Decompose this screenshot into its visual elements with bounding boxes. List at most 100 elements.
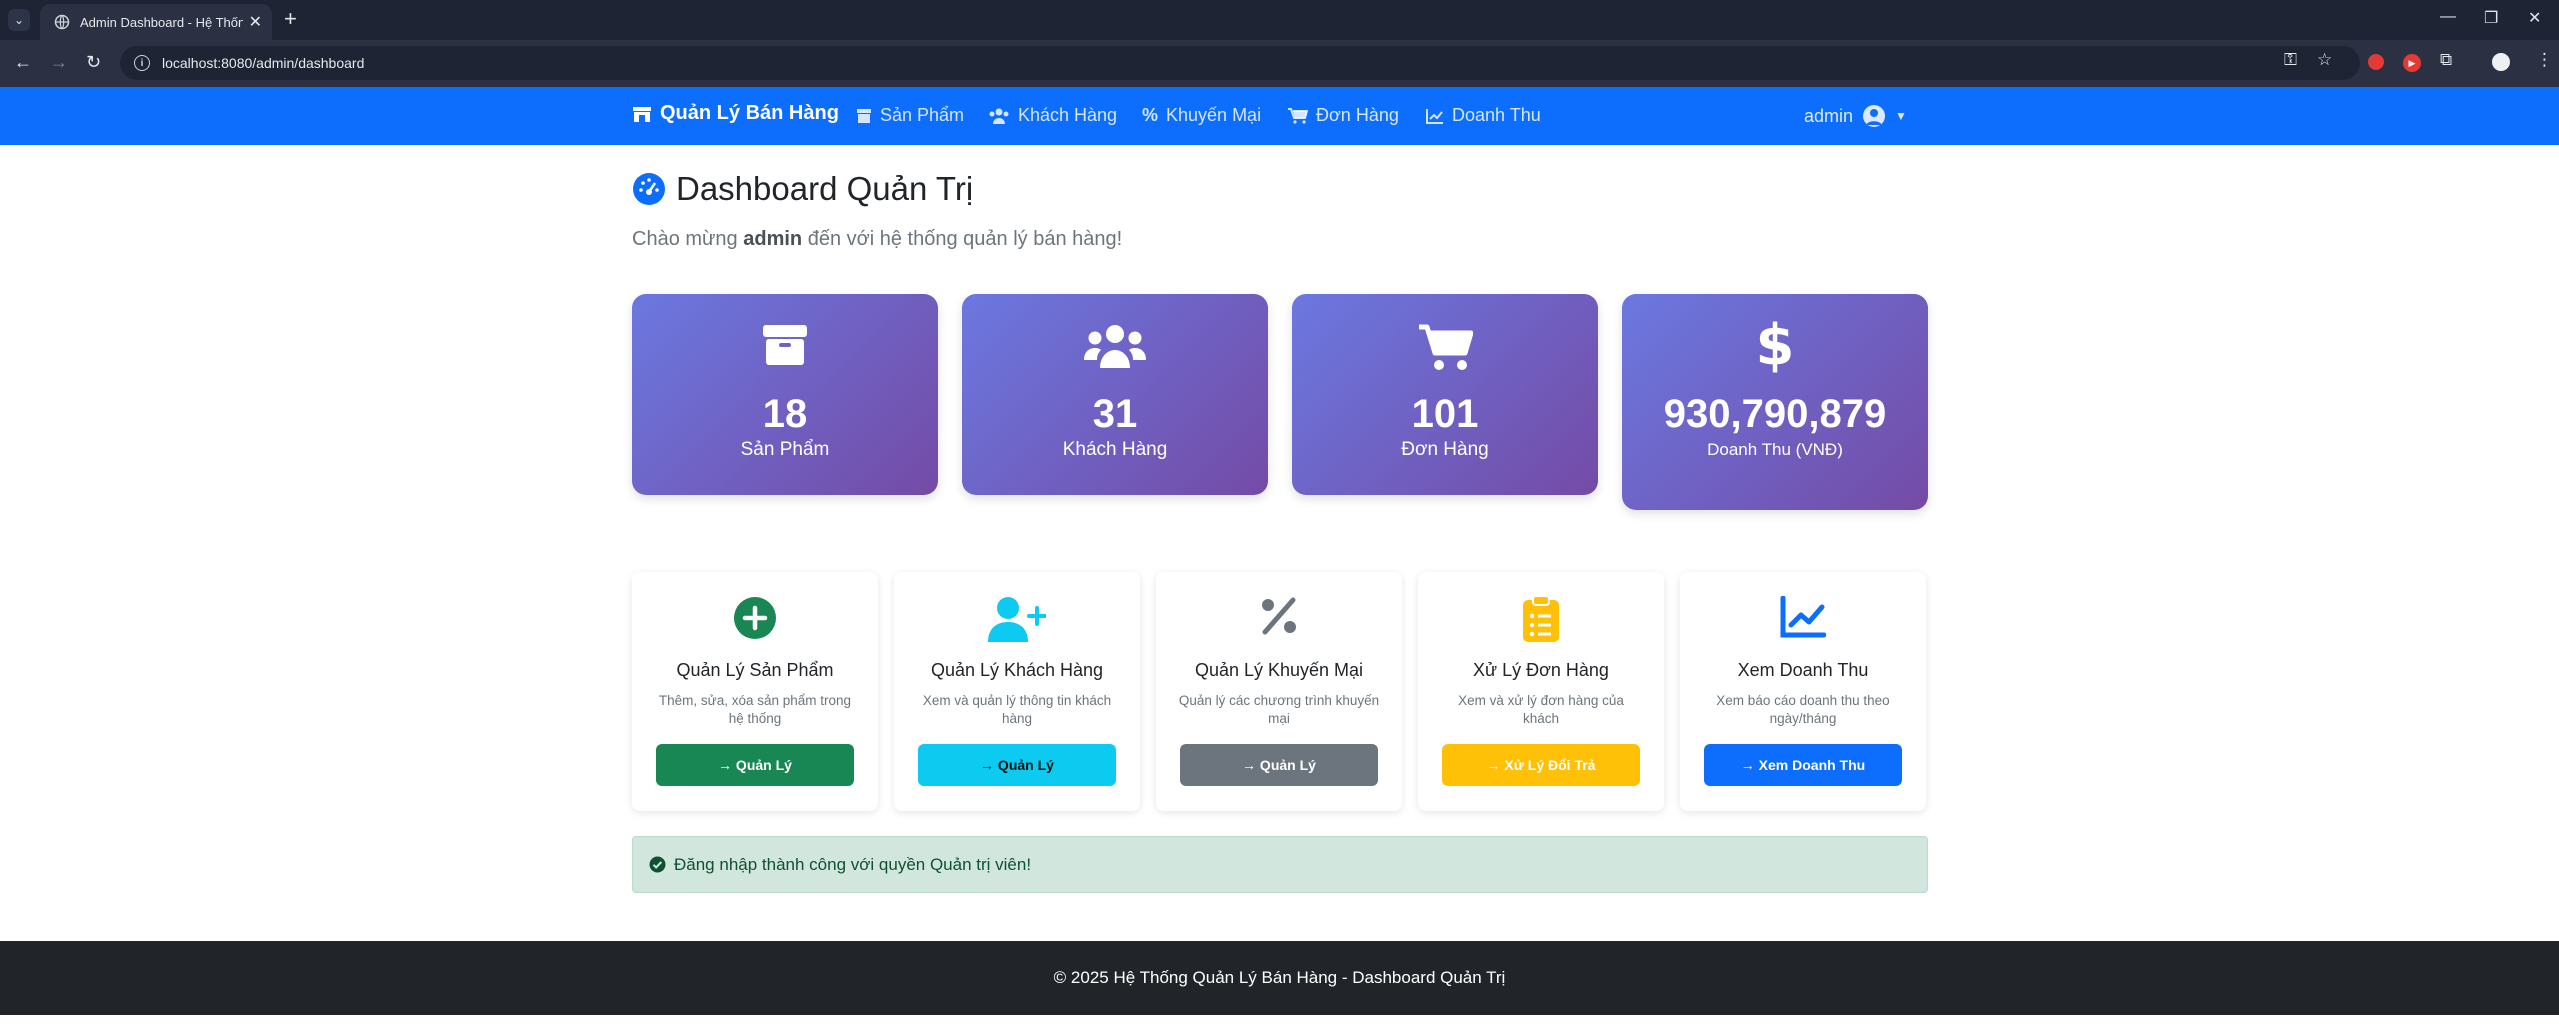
reload-icon[interactable]: ↻ <box>86 52 101 73</box>
check-circle-icon <box>649 856 666 873</box>
clipboard-list-icon <box>1523 596 1559 642</box>
card-description: Thêm, sửa, xóa sản phẩm trong hệ thống <box>658 693 852 726</box>
box-icon <box>763 325 807 365</box>
chart-line-icon <box>1780 596 1826 638</box>
footer: © 2025 Hệ Thống Quản Lý Bán Hàng - Dashb… <box>0 941 2559 1015</box>
stat-card-orders: 101 Đơn Hàng <box>1292 294 1598 495</box>
percent-icon: % <box>1142 105 1159 125</box>
stat-label: Sản Phẩm <box>740 439 830 460</box>
stat-value: 31 <box>1092 392 1138 436</box>
bookmark-star-icon[interactable]: ☆ <box>2317 50 2332 70</box>
manage-customers-button[interactable]: → Quản Lý <box>918 744 1116 786</box>
back-icon[interactable]: ← <box>14 52 32 73</box>
welcome-prefix: Chào mừng <box>632 228 738 250</box>
card-description: Xem và xử lý đơn hàng của khách <box>1458 693 1624 726</box>
card-description: Quản lý các chương trình khuyến mại <box>1178 693 1380 726</box>
welcome-suffix: đến với hệ thống quản lý bán hàng! <box>807 228 1123 250</box>
card-view-revenue: Xem Doanh Thu Xem báo cáo doanh thu theo… <box>1680 572 1926 811</box>
store-icon <box>633 106 651 122</box>
stat-card-revenue: $ 930,790,879 Doanh Thu (VNĐ) <box>1622 294 1928 510</box>
card-title: Xử Lý Đơn Hàng <box>1473 660 1609 680</box>
card-description: Xem và quản lý thông tin khách hàng <box>922 693 1112 726</box>
success-alert: Đăng nhập thành công với quyền Quản trị … <box>632 836 1928 893</box>
dollar-icon: $ <box>1755 313 1795 378</box>
nav-link-label: Sản Phẩm <box>880 105 965 125</box>
stat-card-customers: 31 Khách Hàng <box>962 294 1268 495</box>
nav-link-products[interactable]: Sản Phẩm <box>856 105 964 126</box>
card-manage-products: Quản Lý Sản Phẩm Thêm, sửa, xóa sản phẩm… <box>632 572 878 811</box>
users-icon <box>1084 325 1146 368</box>
extension-blocker-icon[interactable] <box>2368 54 2384 70</box>
password-key-icon[interactable]: ⚿ <box>2284 50 2297 70</box>
users-icon <box>989 108 1009 124</box>
card-manage-promotions: Quản Lý Khuyến Mại Quản lý các chương tr… <box>1156 572 1402 811</box>
box-icon <box>857 108 871 123</box>
cart-icon <box>1419 324 1473 370</box>
browser-toolbar: ← → ↻ i localhost:8080/admin/dashboard <box>0 40 2559 87</box>
brand-text: Quản Lý Bán Hàng <box>660 102 839 124</box>
stat-label: Đơn Hàng <box>1401 439 1489 460</box>
percent-icon <box>1262 597 1296 635</box>
card-manage-customers: Quản Lý Khách Hàng Xem và quản lý thông … <box>894 572 1140 811</box>
nav-link-label: Khuyến Mại <box>1166 105 1262 125</box>
card-title: Quản Lý Khách Hàng <box>930 660 1104 680</box>
browser-menu-icon[interactable]: ⋮ <box>2536 50 2553 70</box>
browser-tab[interactable]: Admin Dashboard - Hệ Thống ✕ <box>40 4 272 40</box>
view-revenue-button[interactable]: → Xem Doanh Thu <box>1704 744 1902 786</box>
user-plus-icon <box>988 597 1046 642</box>
footer-text: © 2025 Hệ Thống Quản Lý Bán Hàng - Dashb… <box>1053 968 1506 987</box>
manage-promotions-button[interactable]: → Quản Lý <box>1180 744 1378 786</box>
nav-link-orders[interactable]: Đơn Hàng <box>1288 105 1399 126</box>
username: admin <box>1804 105 1854 126</box>
url-text: localhost:8080/admin/dashboard <box>162 55 365 71</box>
stat-value: 101 <box>1411 392 1479 436</box>
globe-icon <box>54 14 70 30</box>
app-navbar: Quản Lý Bán Hàng Sản Phẩm Khách Hàng % K… <box>0 87 2559 145</box>
nav-link-label: Khách Hàng <box>1018 105 1118 125</box>
cart-icon <box>1288 107 1308 124</box>
minimize-icon[interactable]: — <box>2440 8 2456 26</box>
extension-youtube-icon[interactable]: ▶ <box>2403 54 2421 72</box>
nav-link-promotions[interactable]: % Khuyến Mại <box>1142 105 1261 126</box>
nav-link-customers[interactable]: Khách Hàng <box>988 105 1117 126</box>
nav-link-label: Doanh Thu <box>1452 105 1541 125</box>
card-title: Xem Doanh Thu <box>1737 660 1869 680</box>
chevron-down-icon: ▼ <box>1895 109 1907 123</box>
site-info-icon[interactable]: i <box>134 55 150 71</box>
extensions-puzzle-icon[interactable]: ⧉ <box>2440 50 2452 70</box>
process-returns-button[interactable]: → Xử Lý Đổi Trả <box>1442 744 1640 786</box>
welcome-user: admin <box>743 228 803 250</box>
nav-link-revenue[interactable]: Doanh Thu <box>1426 105 1541 126</box>
alert-text: Đăng nhập thành công với quyền Quản trị … <box>674 854 1032 874</box>
stat-value: 18 <box>762 392 808 436</box>
chart-line-icon <box>1426 108 1443 124</box>
stat-label: Doanh Thu (VNĐ) <box>1707 440 1843 459</box>
card-title: Quản Lý Sản Phẩm <box>676 660 834 680</box>
plus-circle-icon <box>734 597 776 639</box>
card-description: Xem báo cáo doanh thu theo ngày/tháng <box>1716 693 1890 726</box>
brand-link[interactable]: Quản Lý Bán Hàng <box>632 102 839 125</box>
browser-tab-bar: ⌄ Admin Dashboard - Hệ Thống ✕ + — ❐ ✕ <box>0 0 2559 40</box>
stat-card-products: 18 Sản Phẩm <box>632 294 938 495</box>
close-window-icon[interactable]: ✕ <box>2528 8 2541 28</box>
address-bar[interactable]: i localhost:8080/admin/dashboard <box>120 46 2360 80</box>
forward-icon[interactable]: → <box>50 52 68 73</box>
card-title: Quản Lý Khuyến Mại <box>1194 660 1364 680</box>
new-tab-icon[interactable]: + <box>284 8 297 30</box>
stat-label: Khách Hàng <box>1062 439 1168 460</box>
manage-products-button[interactable]: → Quản Lý <box>656 744 854 786</box>
restore-icon[interactable]: ❐ <box>2484 8 2498 28</box>
tab-search-icon[interactable]: ⌄ <box>8 9 30 31</box>
profile-avatar[interactable] <box>2490 51 2512 73</box>
stat-value: 930,790,879 <box>1663 392 1887 436</box>
gauge-icon <box>633 173 665 205</box>
card-process-orders: Xử Lý Đơn Hàng Xem và xử lý đơn hàng của… <box>1418 572 1664 811</box>
nav-link-label: Đơn Hàng <box>1316 105 1399 125</box>
close-tab-icon[interactable]: ✕ <box>249 12 262 32</box>
user-circle-icon <box>1863 105 1886 127</box>
tab-title: Admin Dashboard - Hệ Thống <box>80 14 243 30</box>
user-dropdown[interactable]: admin ▼ <box>1804 105 1907 127</box>
page-title: Dashboard Quản Trị <box>632 170 973 208</box>
welcome-text: Chào mừng admin đến với hệ thống quản lý… <box>632 228 1122 251</box>
page-title-text: Dashboard Quản Trị <box>676 170 974 207</box>
